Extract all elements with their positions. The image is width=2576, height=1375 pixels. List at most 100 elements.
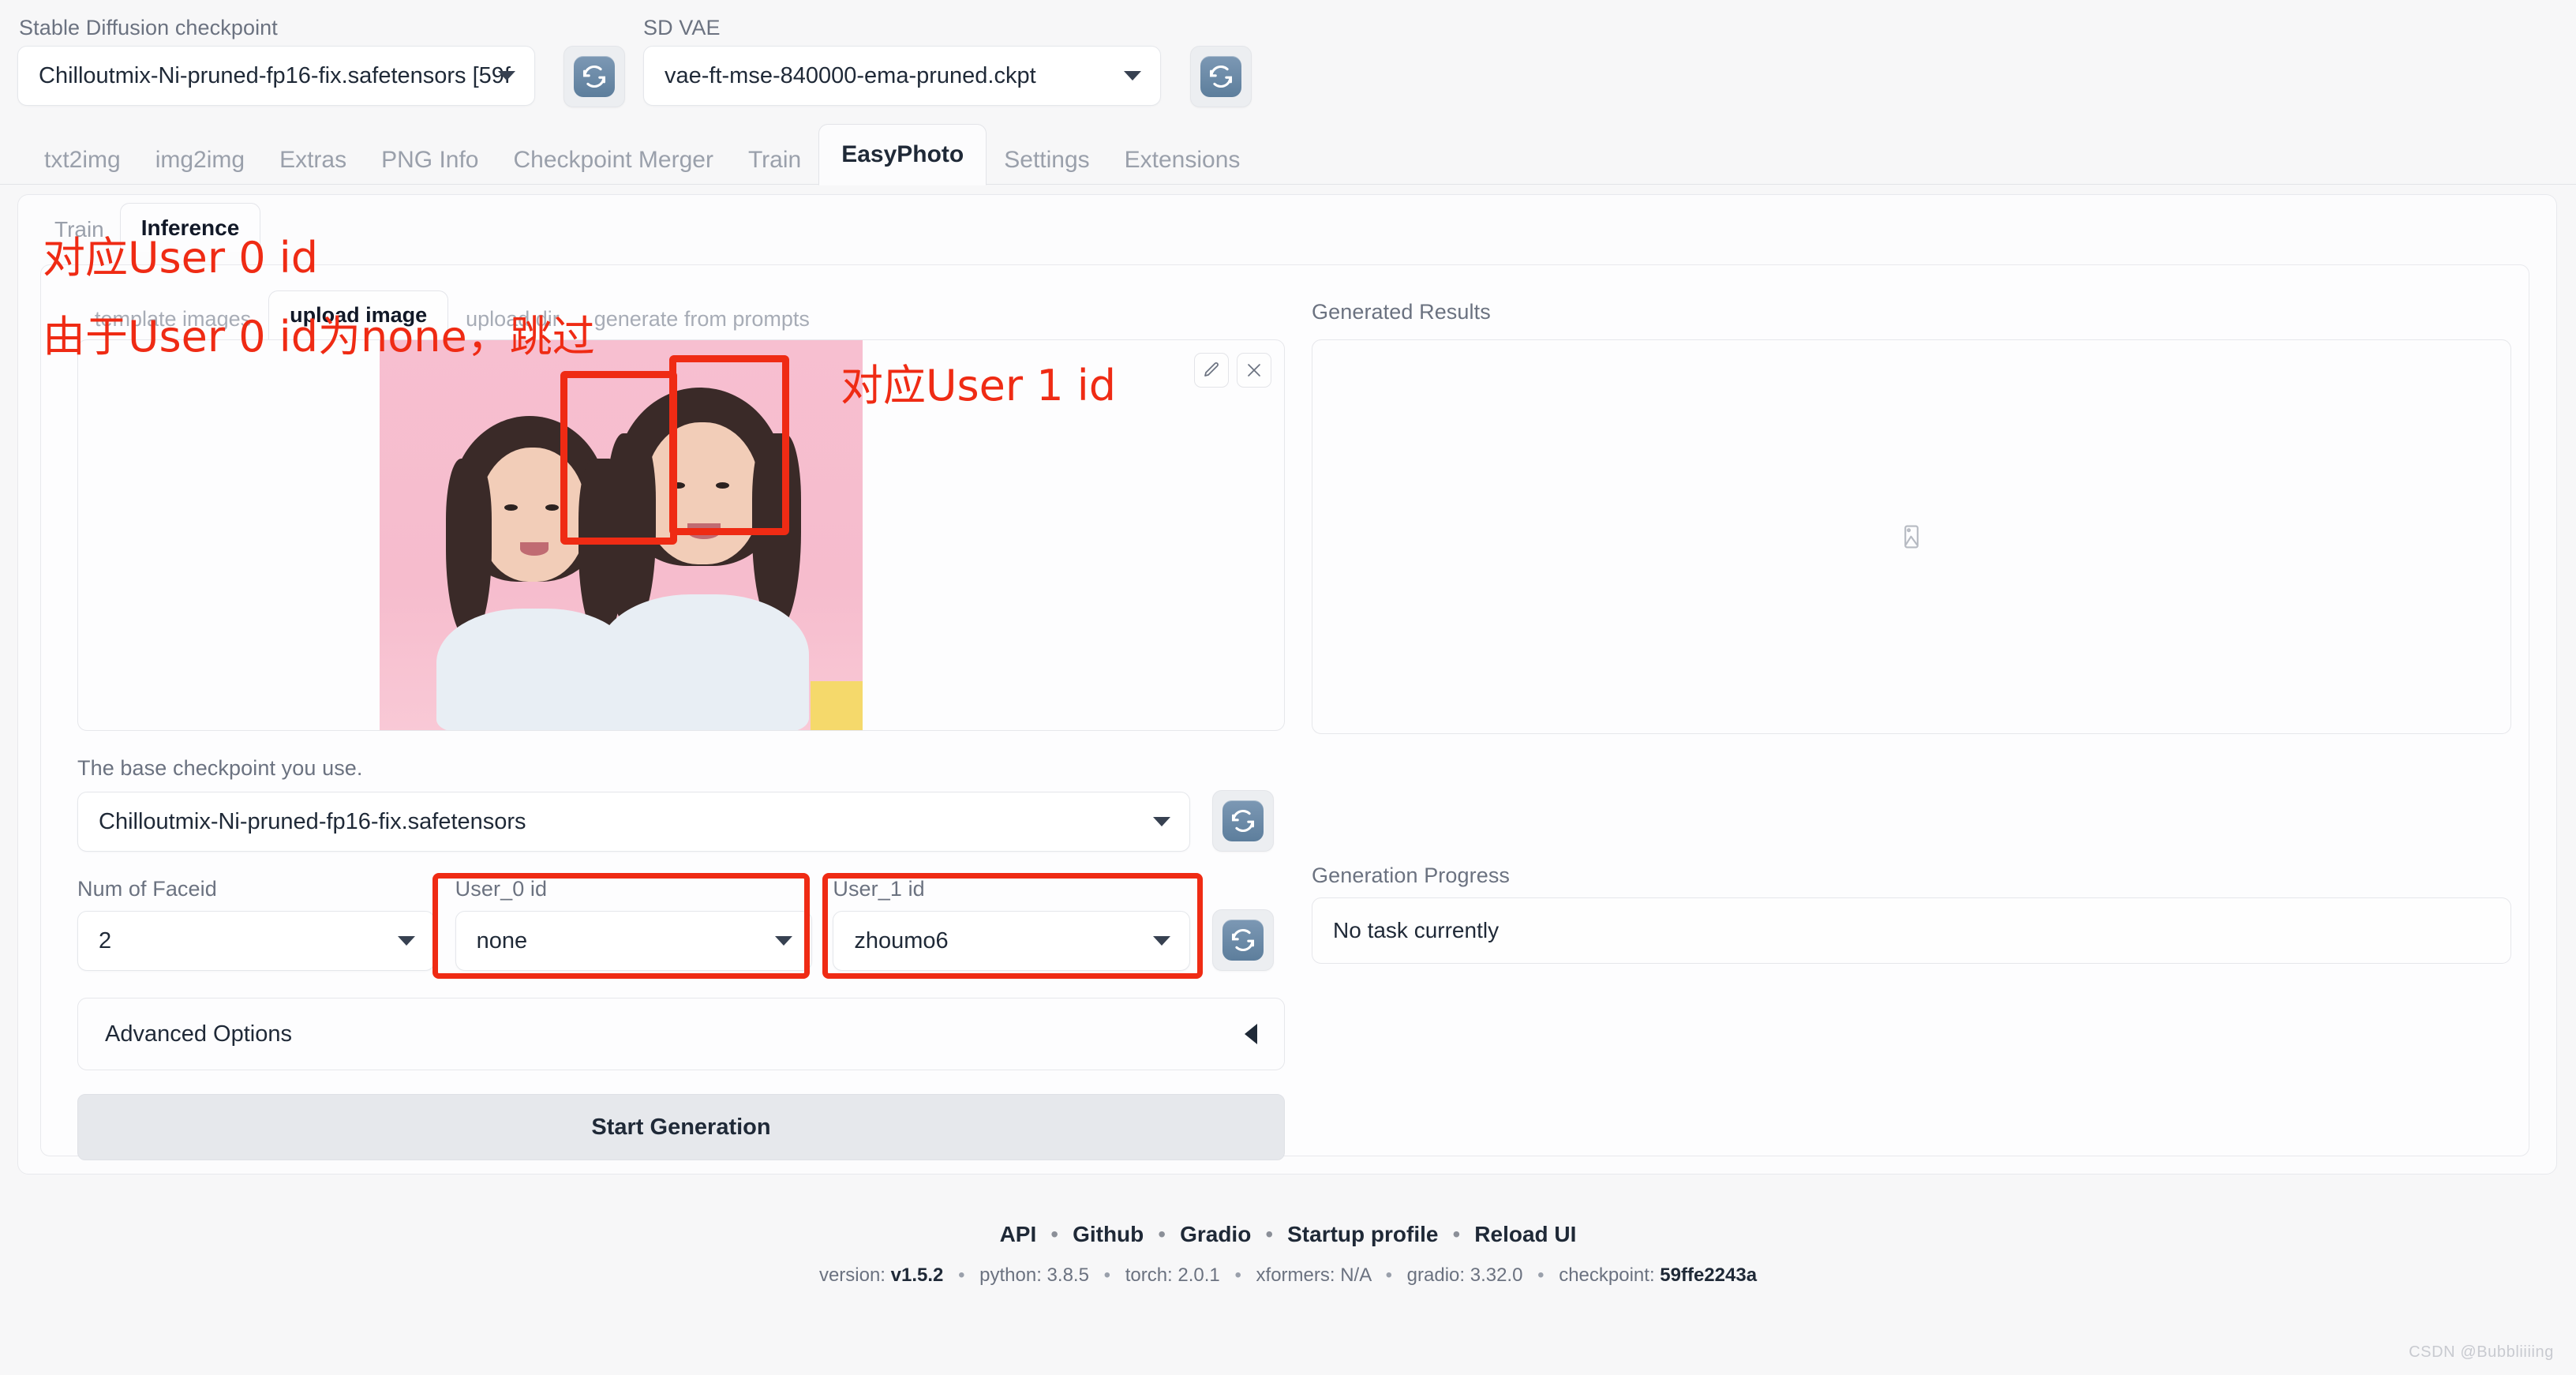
meta-key-version: version: [818,1264,886,1286]
base-checkpoint-group: The base checkpoint you use. Chilloutmix… [77,758,1285,852]
footer: API • Github • Gradio • Startup profile • Reload… [0,1222,2576,1287]
refresh-user-ids-button[interactable] [1212,909,1274,971]
faceid-columns: Num of Faceid 2 User_0 id none User_1 id… [77,879,1191,971]
chevron-left-icon [1245,1024,1257,1044]
user0-id-dropdown[interactable]: none [455,911,813,971]
advanced-options-label: Advanced Options [105,1021,292,1047]
vae-label-wrap: SD VAE [643,17,721,39]
num-faceid-label: Num of Faceid [77,877,217,901]
meta-value-xformers: N/A [1340,1264,1371,1286]
meta-value-gradio: 3.32.0 [1470,1264,1523,1286]
annotation-user1-ref: 对应User 1 id [841,361,1117,410]
start-generation-button[interactable]: Start Generation [77,1094,1285,1160]
user0-id-label: User_0 id [455,877,548,901]
refresh-vae-button[interactable] [1190,46,1252,107]
footer-separator: • [1158,1222,1166,1246]
advanced-options-accordion[interactable]: Advanced Options [77,998,1285,1070]
base-checkpoint-value: Chilloutmix-Ni-pruned-fp16-fix.safetenso… [99,808,526,834]
footer-separator: • [1385,1264,1392,1286]
remove-image-button[interactable] [1237,353,1271,388]
footer-separator: • [1103,1264,1111,1286]
tab-png-info[interactable]: PNG Info [364,136,496,185]
faceid-fields: Num of Faceid 2 User_0 id none User_1 id… [77,879,1191,971]
right-column: Generated Results Generation Progress No… [1312,284,2511,1160]
tab-checkpoint-merger[interactable]: Checkpoint Merger [496,136,731,185]
tab-train[interactable]: Train [731,136,818,185]
refresh-base-checkpoint-button[interactable] [1212,790,1274,852]
face-box-left [560,371,677,545]
checkpoint-label: Stable Diffusion checkpoint [19,16,278,39]
base-checkpoint-dropdown[interactable]: Chilloutmix-Ni-pruned-fp16-fix.safetenso… [77,792,1190,852]
edit-image-button[interactable] [1194,353,1229,388]
footer-separator: • [1452,1222,1461,1246]
num-faceid-group: Num of Faceid 2 [77,879,435,971]
chevron-down-icon [1153,817,1170,826]
footer-separator: • [1265,1222,1274,1246]
photo-corner-swatch [811,681,863,730]
base-checkpoint-row: Chilloutmix-Ni-pruned-fp16-fix.safetenso… [77,790,1285,852]
num-faceid-dropdown[interactable]: 2 [77,911,435,971]
meta-key-gradio: gradio: [1406,1264,1466,1286]
user0-id-group: User_0 id none [455,879,813,971]
tab-img2img[interactable]: img2img [138,136,262,185]
main-tab-bar: txt2img img2img Extras PNG Info Checkpoi… [0,123,2576,185]
tab-extras[interactable]: Extras [262,136,364,185]
tab-txt2img[interactable]: txt2img [27,136,138,185]
meta-key-python: python: [979,1264,1042,1286]
footer-link-api[interactable]: API [1000,1222,1037,1246]
start-generation-wrap: Start Generation [77,1094,1285,1160]
checkpoint-label-wrap: Stable Diffusion checkpoint [19,17,278,39]
meta-value-torch: 2.0.1 [1178,1264,1220,1286]
generated-results-gallery[interactable] [1312,339,2511,734]
footer-link-startup-profile[interactable]: Startup profile [1287,1222,1438,1246]
user0-id-value: none [476,927,528,954]
refresh-checkpoint-button[interactable] [564,46,625,107]
stable-diffusion-checkpoint-dropdown[interactable]: Chilloutmix-Ni-pruned-fp16-fix.safetenso… [17,46,535,106]
chevron-down-icon [775,936,793,946]
sd-vae-dropdown[interactable]: vae-ft-mse-840000-ema-pruned.ckpt [643,46,1161,106]
image-placeholder-icon [1904,525,1919,549]
meta-value-version: v1.5.2 [890,1264,944,1286]
meta-key-torch: torch: [1125,1264,1173,1286]
tab-extensions[interactable]: Extensions [1107,136,1258,185]
footer-separator: • [1050,1222,1059,1246]
generated-results-label: Generated Results [1312,299,1491,324]
faceid-row: Num of Faceid 2 User_0 id none User_1 id… [77,879,1285,971]
chevron-down-icon [1153,936,1171,946]
face-box-right [669,355,789,535]
num-faceid-value: 2 [99,927,112,954]
user1-id-dropdown[interactable]: zhoumo6 [833,911,1191,971]
close-icon [1248,364,1260,377]
faceid-row-group: Num of Faceid 2 User_0 id none User_1 id… [77,879,1285,971]
annotation-user0-ref: 对应User 0 id [43,233,319,283]
refresh-icon [1200,56,1241,97]
two-column-layout: template images upload image upload dir … [41,265,2529,1160]
footer-link-gradio[interactable]: Gradio [1180,1222,1251,1246]
easyphoto-sub-tabs: Train Inference [18,195,2556,252]
user1-id-value: zhoumo6 [854,927,949,954]
refresh-icon [1222,800,1264,841]
meta-key-checkpoint: checkpoint: [1559,1264,1655,1286]
generated-results-header: Generated Results [1312,284,2511,339]
footer-links: API • Github • Gradio • Startup profile • Reload… [0,1222,2576,1247]
chevron-down-icon [397,936,415,946]
app-root: Stable Diffusion checkpoint Chilloutmix-… [0,0,2576,1375]
main-tabs: txt2img img2img Extras PNG Info Checkpoi… [0,123,2576,185]
pencil-icon [1204,362,1219,377]
start-generation-label: Start Generation [591,1114,771,1140]
meta-key-xformers: xformers: [1256,1264,1335,1286]
meta-value-python: 3.8.5 [1046,1264,1089,1286]
imgtab-generate-from-prompts[interactable]: generate from prompts [577,298,827,339]
annotation-user0-none: 由于User 0 id为none，跳过 [43,312,595,362]
footer-link-github[interactable]: Github [1073,1222,1144,1246]
footer-separator: • [1537,1264,1544,1286]
generation-progress-value: No task currently [1333,918,1500,942]
footer-link-reload-ui[interactable]: Reload UI [1474,1222,1576,1246]
model-selection-bar: Stable Diffusion checkpoint Chilloutmix-… [0,0,2576,126]
watermark: CSDN @Bubbliiiing [2409,1343,2554,1361]
footer-meta: version: v1.5.2 • python: 3.8.5 • torch:… [0,1264,2576,1287]
refresh-icon [574,56,615,97]
tab-settings[interactable]: Settings [987,136,1106,185]
tab-easyphoto[interactable]: EasyPhoto [818,124,987,185]
inference-panel: template images upload image upload dir … [40,264,2529,1160]
